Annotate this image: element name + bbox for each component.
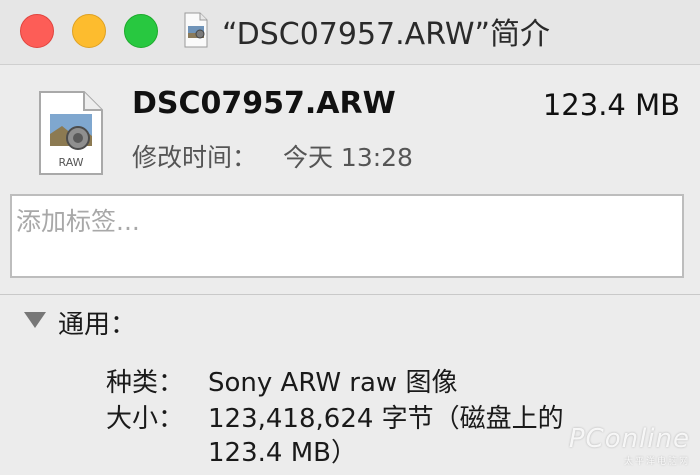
section-divider	[0, 294, 700, 295]
watermark-sub: 太平洋电脑网	[623, 457, 690, 467]
modified-info: 修改时间： 今天 13:28	[132, 138, 413, 174]
title-bar: “DSC07957.ARW”简介	[0, 0, 700, 65]
watermark: PConline 太平洋电脑网	[569, 424, 690, 467]
minimize-button[interactable]	[72, 14, 106, 48]
size-value-line2: 123.4 MB）	[208, 438, 357, 468]
window-title: “DSC07957.ARW”简介	[222, 17, 551, 52]
modified-value: 今天 13:28	[282, 143, 413, 172]
section-title-general[interactable]: 通用：	[58, 304, 136, 341]
size-label: 大小：	[106, 404, 185, 434]
tags-placeholder: 添加标签...	[16, 207, 140, 236]
file-name: DSC07957.ARW	[132, 86, 396, 121]
zoom-button[interactable]	[124, 14, 158, 48]
kind-value: Sony ARW raw 图像	[208, 368, 458, 398]
kind-label: 种类：	[106, 368, 185, 398]
document-icon	[184, 12, 208, 48]
tags-field[interactable]: 添加标签...	[10, 194, 684, 278]
disclosure-triangle-icon[interactable]	[24, 312, 46, 328]
size-value: 123,418,624 字节（磁盘上的	[208, 404, 564, 434]
close-button[interactable]	[20, 14, 54, 48]
modified-label: 修改时间：	[132, 143, 258, 172]
watermark-main: PConline	[568, 424, 690, 454]
raw-image-file-icon: RAW	[39, 91, 103, 175]
raw-badge-label: RAW	[59, 156, 84, 169]
file-size: 123.4 MB	[542, 88, 680, 122]
